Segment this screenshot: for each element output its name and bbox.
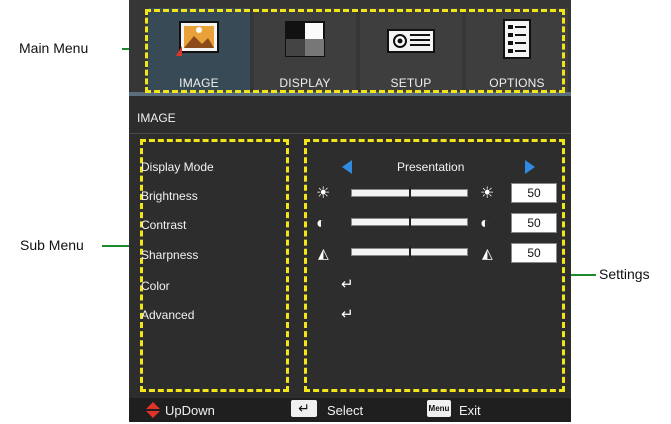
- display-mode-value: Presentation: [397, 160, 465, 174]
- sharpness-thumb[interactable]: [409, 246, 411, 258]
- contrast-slider[interactable]: [351, 216, 468, 228]
- sharpness-value: 50: [511, 243, 557, 263]
- contrast-thumb[interactable]: [409, 216, 411, 228]
- callout-settings: Settings: [599, 266, 650, 282]
- menu-key: Menu: [427, 400, 451, 417]
- sharpness-slider[interactable]: [351, 246, 468, 258]
- color-enter-icon[interactable]: ↵: [341, 275, 354, 293]
- osd-window: IMAGE DISPLAY SETUP OPTIONS IMAGE Displa…: [129, 0, 571, 422]
- settings-highlight: [304, 139, 565, 392]
- sub-item-contrast[interactable]: Contrast: [141, 218, 186, 232]
- sharpness-icon: ◭: [318, 245, 329, 261]
- exit-label: Exit: [459, 403, 481, 418]
- updown-arrow-icon: [145, 401, 161, 424]
- select-label: Select: [327, 403, 364, 418]
- updown-label: UpDown: [165, 403, 215, 418]
- sub-item-color[interactable]: Color: [141, 279, 170, 293]
- brightness-value: 50: [511, 183, 557, 203]
- sub-item-sharpness[interactable]: Sharpness: [141, 248, 198, 262]
- sharpness-icon-right: ◭: [482, 245, 493, 261]
- callout-main-menu: Main Menu: [19, 40, 89, 56]
- main-menu-highlight: [145, 9, 565, 93]
- brightness-slider[interactable]: [351, 187, 468, 199]
- section-divider: [129, 133, 571, 134]
- brightness-thumb[interactable]: [409, 187, 411, 199]
- sub-item-display-mode[interactable]: Display Mode: [141, 160, 214, 174]
- sub-item-brightness[interactable]: Brightness: [141, 189, 198, 203]
- callout-sub-menu: Sub Menu: [20, 237, 84, 253]
- contrast-icon: ◐: [316, 215, 326, 232]
- contrast-value: 50: [511, 213, 557, 233]
- section-title: IMAGE: [137, 111, 176, 125]
- sun-icon: ☀: [316, 185, 331, 202]
- mode-next-arrow-icon[interactable]: [525, 160, 535, 174]
- enter-key-icon: ↵: [291, 400, 317, 417]
- mode-prev-arrow-icon[interactable]: [342, 160, 352, 174]
- sub-item-advanced[interactable]: Advanced: [141, 308, 194, 322]
- sun-icon-right: ☀: [480, 185, 495, 202]
- contrast-icon-right: ◐: [480, 215, 490, 232]
- advanced-enter-icon[interactable]: ↵: [341, 305, 354, 323]
- sub-menu-highlight: [140, 139, 289, 392]
